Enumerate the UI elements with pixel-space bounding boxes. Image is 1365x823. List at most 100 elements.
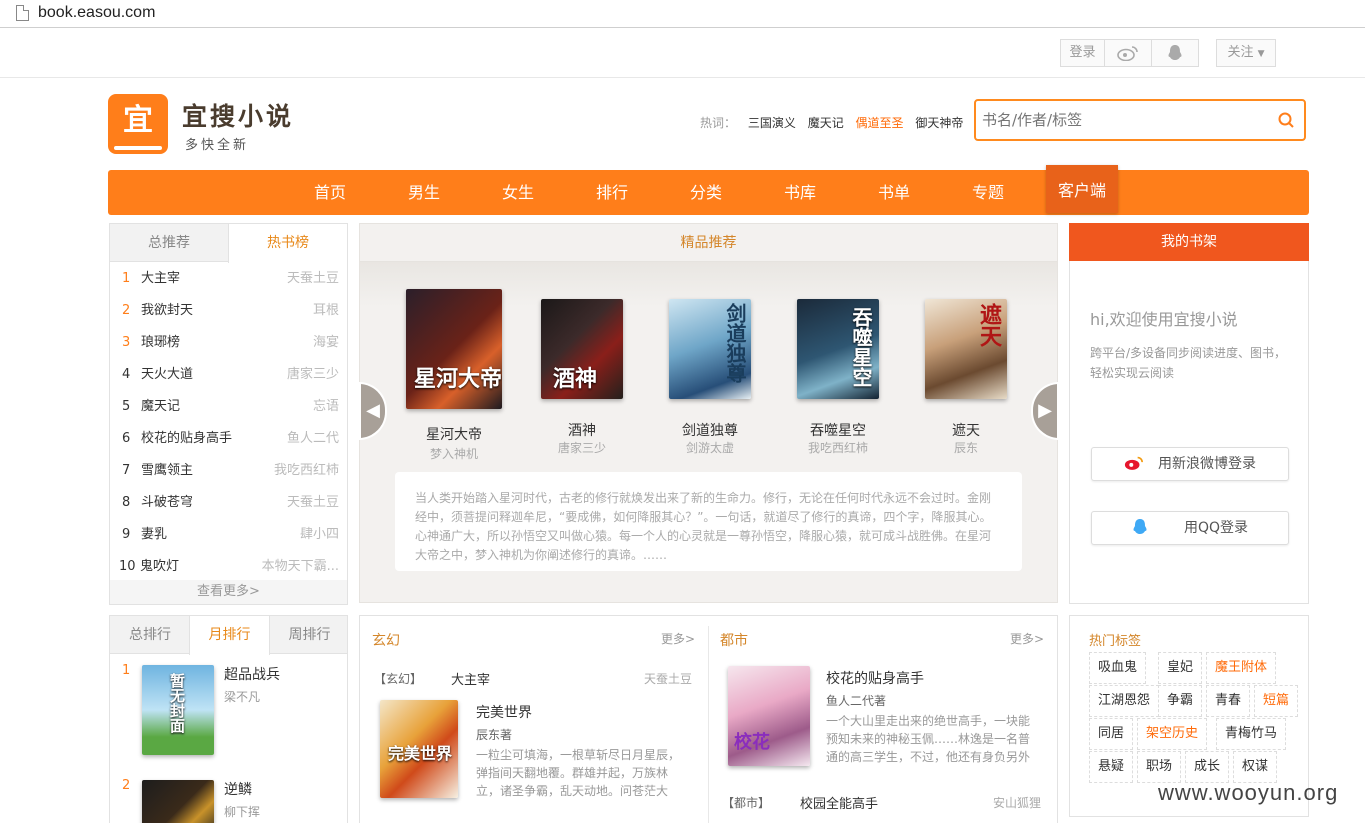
nav-home[interactable]: 首页 (283, 170, 377, 215)
hot-word[interactable]: 三国演义 (748, 116, 796, 130)
section-title-dushi[interactable]: 都市 (720, 630, 748, 650)
nav-topic[interactable]: 专题 (941, 170, 1035, 215)
see-more-link[interactable]: 查看更多> (110, 580, 347, 604)
url-text[interactable]: book.easou.com (38, 4, 155, 22)
book-author[interactable]: 安山狐狸 (993, 794, 1041, 811)
follow-dropdown[interactable]: 关注 ▼ (1216, 39, 1276, 67)
tag-item[interactable]: 吸血鬼 (1089, 652, 1147, 684)
qq-login-button[interactable]: 用QQ登录 (1091, 511, 1289, 545)
book-title[interactable]: 校花的贴身高手 (141, 423, 232, 455)
book-author[interactable]: 肆小四 (300, 519, 339, 551)
tag-item[interactable]: 职场 (1137, 751, 1182, 783)
book-author[interactable]: 海宴 (313, 327, 339, 359)
book-author[interactable]: 我吃西红柿 (274, 455, 339, 487)
hot-word[interactable]: 偶道至圣 (856, 116, 904, 130)
nav-booklist[interactable]: 书单 (847, 170, 941, 215)
book-title[interactable]: 天火大道 (141, 359, 193, 391)
book-author[interactable]: 辰东 (911, 439, 1021, 456)
book-author[interactable]: 唐家三少 (527, 439, 637, 456)
book-author[interactable]: 柳下挥 (224, 803, 260, 820)
tag-item[interactable]: 成长 (1185, 751, 1230, 783)
book-title[interactable]: 遮天 (911, 420, 1021, 440)
tag-item[interactable]: 悬疑 (1089, 751, 1134, 783)
book-title[interactable]: 魔天记 (141, 391, 180, 423)
tab-total-ranking[interactable]: 总排行 (110, 616, 190, 654)
book-title[interactable]: 完美世界 (476, 702, 532, 722)
hotlist-item[interactable]: 9 妻乳 肆小四 (110, 519, 347, 551)
hotlist-item[interactable]: 1 大主宰 天蚕土豆 (110, 263, 347, 295)
tag-item[interactable]: 同居 (1089, 718, 1134, 750)
tag-item[interactable]: 青春 (1206, 685, 1251, 717)
hotlist-item[interactable]: 4 天火大道 唐家三少 (110, 359, 347, 391)
book-title[interactable]: 校花的贴身高手 (826, 668, 924, 688)
book-author[interactable]: 梦入神机 (399, 445, 509, 462)
book-author[interactable]: 辰东著 (476, 726, 512, 743)
tag-item[interactable]: 青梅竹马 (1216, 718, 1287, 750)
book-author[interactable]: 忘语 (313, 391, 339, 423)
hot-word[interactable]: 御天神帝 (915, 116, 963, 130)
site-logo[interactable]: 宜 (108, 94, 168, 154)
hotlist-item[interactable]: 3 琅琊榜 海宴 (110, 327, 347, 359)
book-cover[interactable] (142, 780, 214, 823)
hotlist-item[interactable]: 2 我欲封天 耳根 (110, 295, 347, 327)
book-author[interactable]: 天蚕土豆 (287, 263, 339, 295)
hotlist-item[interactable]: 7 雪鹰领主 我吃西红柿 (110, 455, 347, 487)
book-title[interactable]: 星河大帝 (399, 424, 509, 444)
hotlist-item[interactable]: 6 校花的贴身高手 鱼人二代 (110, 423, 347, 455)
more-link[interactable]: 更多> (661, 630, 695, 647)
tag-item[interactable]: 魔王附体 (1206, 652, 1277, 684)
book-author[interactable]: 本物天下霸... (262, 551, 339, 583)
tab-total-recommend[interactable]: 总推荐 (110, 224, 228, 262)
search-input[interactable] (976, 101, 1256, 139)
hotlist-item[interactable]: 5 魔天记 忘语 (110, 391, 347, 423)
book-title[interactable]: 琅琊榜 (141, 327, 180, 359)
book-author[interactable]: 剑游太虚 (655, 439, 765, 456)
tag-item[interactable]: 争霸 (1158, 685, 1203, 717)
tag-item[interactable]: 江湖恩怨 (1089, 685, 1160, 717)
weibo-login-icon[interactable] (1104, 39, 1152, 67)
book-title[interactable]: 逆鳞 (224, 779, 252, 799)
book-cover[interactable]: 遮天 (925, 299, 1007, 399)
book-author[interactable]: 梁不凡 (224, 688, 260, 705)
tag-item[interactable]: 权谋 (1233, 751, 1278, 783)
book-cover[interactable]: 校花 (728, 666, 810, 766)
tab-weekly-ranking[interactable]: 周排行 (270, 616, 347, 654)
book-title[interactable]: 我欲封天 (141, 295, 193, 327)
book-cover[interactable]: 完美世界 (380, 700, 458, 798)
book-title[interactable]: 大主宰 (451, 669, 490, 688)
nav-male[interactable]: 男生 (377, 170, 471, 215)
tag-item[interactable]: 架空历史 (1137, 718, 1208, 750)
book-author[interactable]: 唐家三少 (287, 359, 339, 391)
book-author[interactable]: 我吃西红柿 (783, 439, 893, 456)
nav-ranking[interactable]: 排行 (565, 170, 659, 215)
book-title[interactable]: 吞噬星空 (783, 420, 893, 440)
book-cover[interactable]: 吞噬星空 (797, 299, 879, 399)
hot-word[interactable]: 魔天记 (808, 116, 844, 130)
qq-login-icon[interactable] (1151, 39, 1199, 67)
book-title[interactable]: 鬼吹灯 (140, 551, 179, 583)
book-cover[interactable]: 星河大帝 (406, 289, 502, 409)
tab-hot-books[interactable]: 热书榜 (228, 224, 348, 263)
book-author[interactable]: 耳根 (313, 295, 339, 327)
book-author[interactable]: 鱼人二代著 (826, 692, 886, 709)
login-button[interactable]: 登录 (1060, 39, 1105, 67)
section-title-xuanhuan[interactable]: 玄幻 (372, 630, 400, 650)
more-link[interactable]: 更多> (1010, 630, 1044, 647)
book-title[interactable]: 斗破苍穹 (141, 487, 193, 519)
book-title[interactable]: 大主宰 (141, 263, 180, 295)
tag-item[interactable]: 短篇 (1254, 685, 1299, 717)
nav-female[interactable]: 女生 (471, 170, 565, 215)
browser-address-bar[interactable]: book.easou.com (0, 0, 1365, 28)
book-title[interactable]: 妻乳 (141, 519, 167, 551)
nav-client[interactable]: 客户端 (1046, 165, 1118, 213)
hotlist-item[interactable]: 8 斗破苍穹 天蚕土豆 (110, 487, 347, 519)
book-title[interactable]: 酒神 (527, 420, 637, 440)
hotlist-item[interactable]: 10 鬼吹灯 本物天下霸... (110, 551, 347, 583)
book-title[interactable]: 雪鹰领主 (141, 455, 193, 487)
book-cover[interactable]: 酒神 (541, 299, 623, 399)
book-author[interactable]: 鱼人二代 (287, 423, 339, 455)
search-icon[interactable] (1278, 112, 1294, 128)
book-cover[interactable]: 剑道独尊 (669, 299, 751, 399)
book-author[interactable]: 天蚕土豆 (287, 487, 339, 519)
book-title[interactable]: 校园全能高手 (800, 793, 878, 812)
